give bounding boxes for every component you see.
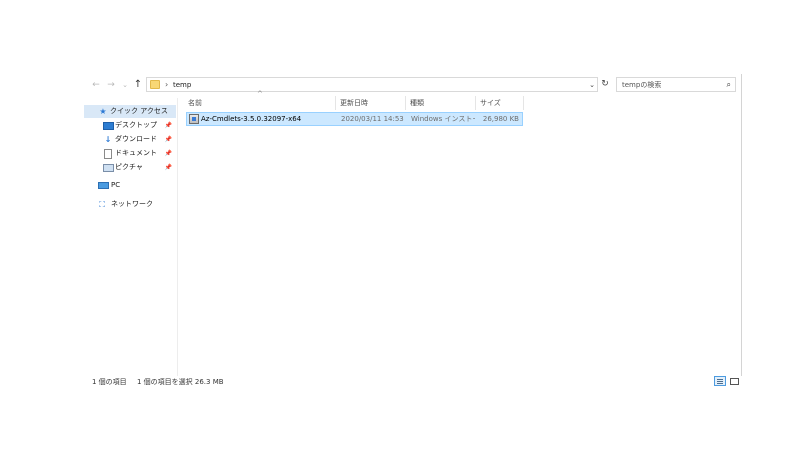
forward-button[interactable]: →: [105, 80, 117, 90]
forward-arrow-icon: →: [107, 80, 115, 90]
address-bar[interactable]: › temp ⌄: [146, 77, 598, 92]
file-type: Windows インストー...: [411, 115, 475, 123]
column-header-size[interactable]: サイズ: [477, 96, 524, 110]
navigation-pane: ★ クイック アクセス デスクトップ 📌 ↓ ダウンロード 📌 ドキュメント 📌…: [84, 98, 178, 376]
sidebar-item-pictures[interactable]: ピクチャ 📌: [84, 161, 176, 174]
status-selection: 1 個の項目を選択 26.3 MB: [137, 378, 224, 386]
sidebar-item-label: クイック アクセス: [110, 107, 168, 115]
installer-icon: [189, 114, 199, 124]
sidebar-item-label: ドキュメント: [115, 149, 157, 157]
window-right-border: [741, 74, 742, 376]
file-row[interactable]: Az-Cmdlets-3.5.0.32097-x64 2020/03/11 14…: [186, 112, 523, 126]
pin-icon: 📌: [164, 150, 172, 157]
refresh-button[interactable]: ↻: [599, 77, 611, 92]
recent-locations-button[interactable]: ⌄: [119, 80, 131, 90]
search-placeholder: tempの検索: [622, 81, 662, 89]
file-date: 2020/03/11 14:53: [341, 115, 404, 123]
breadcrumb-item-temp[interactable]: temp: [173, 79, 191, 91]
folder-icon: [150, 80, 160, 89]
sidebar-item-label: ネットワーク: [111, 200, 153, 208]
desktop-icon: [103, 122, 114, 130]
pc-icon: [98, 182, 109, 189]
large-icons-view-button[interactable]: [728, 376, 740, 386]
sidebar-item-downloads[interactable]: ↓ ダウンロード 📌: [84, 133, 176, 146]
sidebar-item-network[interactable]: ⛶ ネットワーク: [84, 198, 176, 211]
search-icon[interactable]: ⌕: [727, 79, 731, 91]
back-button[interactable]: ←: [90, 80, 102, 90]
sidebar-item-documents[interactable]: ドキュメント 📌: [84, 147, 176, 160]
pin-icon: 📌: [164, 136, 172, 143]
column-header-type[interactable]: 種類: [407, 96, 476, 110]
sidebar-item-label: PC: [111, 181, 121, 189]
search-box[interactable]: tempの検索 ⌕: [616, 77, 736, 92]
file-size: 26,980 KB: [482, 115, 519, 123]
sidebar-item-label: ピクチャ: [115, 163, 143, 171]
status-item-count: 1 個の項目: [92, 378, 127, 386]
column-header-date[interactable]: 更新日時: [337, 96, 406, 110]
up-button[interactable]: ↑: [132, 80, 144, 90]
document-icon: [104, 149, 112, 159]
column-header-name[interactable]: 名前: [185, 96, 336, 110]
download-icon: ↓: [104, 135, 112, 144]
pin-icon: 📌: [164, 164, 172, 171]
network-icon: ⛶: [99, 200, 105, 209]
up-arrow-icon: ↑: [133, 79, 143, 90]
sidebar-item-desktop[interactable]: デスクトップ 📌: [84, 119, 176, 132]
picture-icon: [103, 164, 114, 172]
breadcrumb-separator-icon: ›: [165, 80, 169, 89]
chevron-down-icon: ⌄: [122, 81, 128, 89]
pin-icon: 📌: [164, 122, 172, 129]
sidebar-item-pc[interactable]: PC: [84, 179, 176, 192]
sidebar-item-quick-access[interactable]: ★ クイック アクセス: [84, 105, 176, 118]
details-view-button[interactable]: [714, 376, 726, 386]
sidebar-item-label: デスクトップ: [115, 121, 157, 129]
back-arrow-icon: ←: [92, 80, 100, 90]
refresh-icon: ↻: [601, 79, 609, 89]
file-name: Az-Cmdlets-3.5.0.32097-x64: [201, 115, 302, 123]
star-icon: ★: [99, 107, 107, 116]
address-dropdown-icon[interactable]: ⌄: [589, 79, 595, 91]
sidebar-item-label: ダウンロード: [115, 135, 157, 143]
